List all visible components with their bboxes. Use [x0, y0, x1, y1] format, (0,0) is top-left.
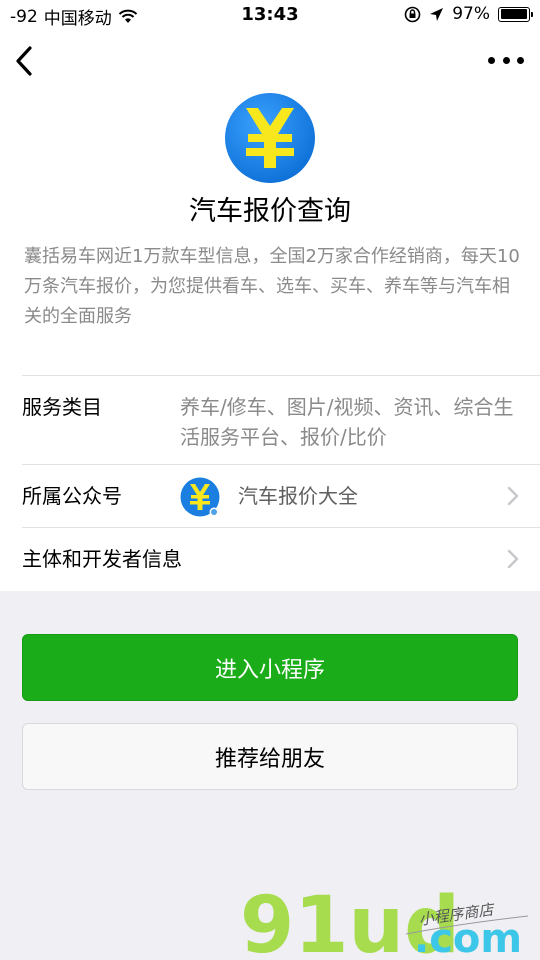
- location-arrow-icon: [430, 7, 444, 21]
- battery-percent: 97%: [452, 4, 490, 24]
- watermark-logo: 91ud .com 小程序商店: [240, 881, 529, 960]
- chevron-right-icon: [507, 549, 519, 569]
- account-avatar: [180, 477, 220, 517]
- enter-miniprogram-button[interactable]: 进入小程序: [22, 634, 518, 701]
- service-category-value: 养车/修车、图片/视频、资讯、综合生活服务平台、报价/比价: [180, 395, 514, 449]
- info-list: 服务类目 养车/修车、图片/视频、资讯、综合生活服务平台、报价/比价 所属公众号…: [0, 375, 540, 590]
- app-description: 囊括易车网近1万款车型信息，全国2万家合作经销商，每天10万条汽车报价，为您提供…: [24, 246, 520, 327]
- developer-info-label: 主体和开发者信息: [22, 547, 182, 571]
- app-title: 汽车报价查询: [189, 196, 351, 227]
- status-right: 97%: [404, 4, 533, 24]
- service-category-row: 服务类目 养车/修车、图片/视频、资讯、综合生活服务平台、报价/比价: [22, 375, 540, 464]
- status-bar: -92 中国移动 13:43 97%: [0, 0, 540, 30]
- battery-fill: [500, 9, 527, 19]
- orientation-lock-icon: [404, 6, 421, 22]
- official-account-name: 汽车报价大全: [238, 484, 358, 508]
- service-category-label: 服务类目: [22, 395, 102, 419]
- more-dot: [517, 56, 524, 64]
- chevron-left-icon: [16, 46, 32, 76]
- more-button[interactable]: [488, 48, 524, 72]
- battery-icon: [498, 6, 533, 22]
- more-dot: [502, 56, 510, 64]
- recommend-to-friend-button[interactable]: 推荐给朋友: [22, 723, 518, 790]
- developer-info-row[interactable]: 主体和开发者信息: [22, 527, 540, 590]
- back-button[interactable]: [12, 44, 42, 78]
- official-account-label: 所属公众号: [22, 484, 122, 508]
- chevron-right-icon: [507, 486, 519, 506]
- official-account-row[interactable]: 所属公众号 汽车报价大全: [22, 464, 540, 527]
- yuan-coin-icon: [225, 93, 315, 183]
- more-dot: [488, 56, 495, 64]
